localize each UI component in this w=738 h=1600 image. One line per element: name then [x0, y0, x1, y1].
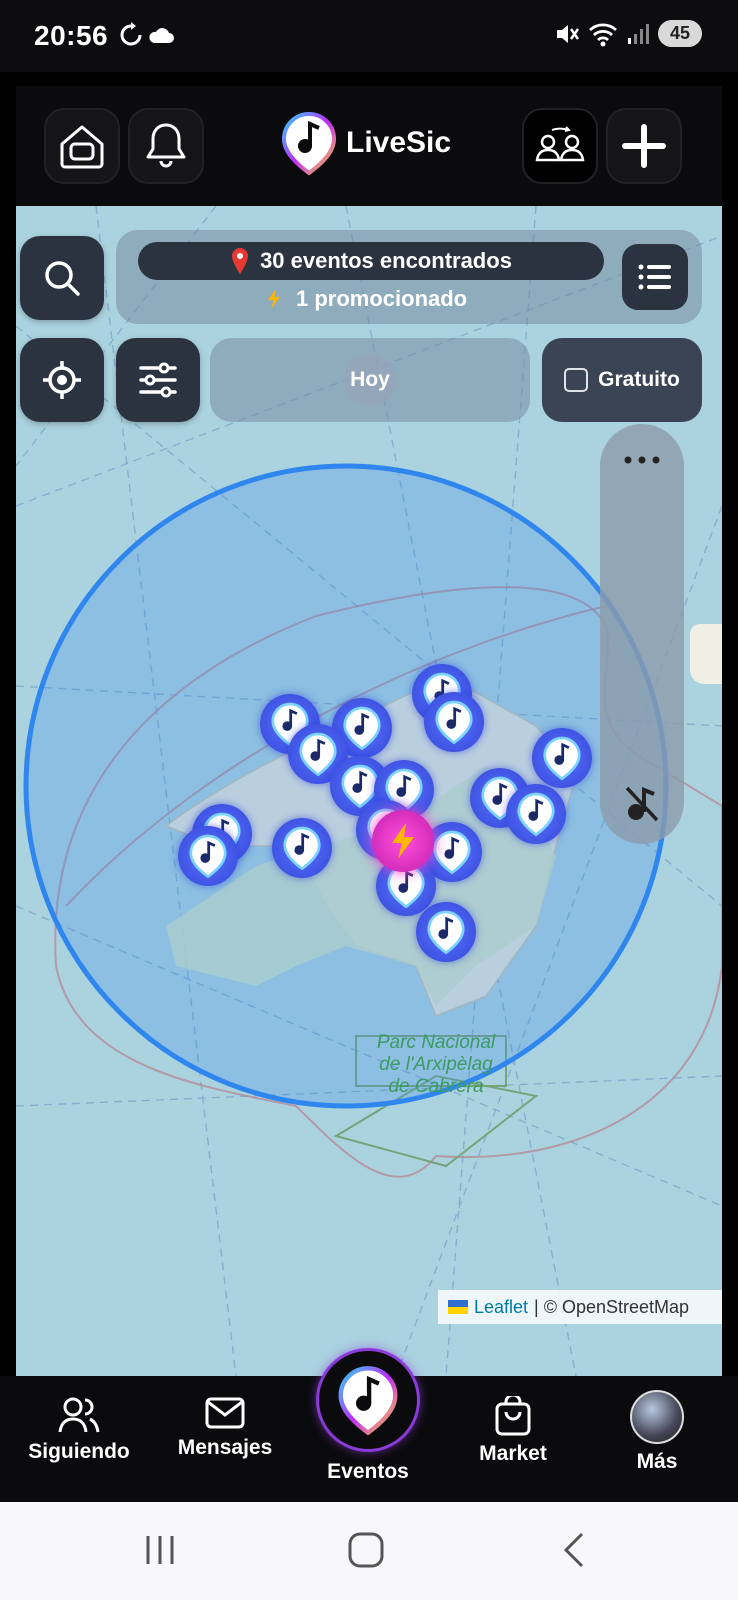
lightning-icon [268, 289, 280, 309]
filters-button[interactable] [116, 338, 200, 422]
music-pin-icon [299, 732, 337, 777]
music-pin-icon [433, 830, 471, 875]
date-filter[interactable]: Hoy [210, 338, 530, 422]
top-bar: LiveSic [16, 86, 722, 206]
wifi-icon [589, 22, 617, 46]
park-label: Parc Nacional de l'Arxipèlag de Cabrera [356, 1032, 516, 1098]
list-view-button[interactable] [622, 244, 688, 310]
mute-icon [557, 24, 580, 43]
status-indicators: 45 [554, 20, 702, 47]
edge-map-fragment [690, 624, 722, 684]
music-pin-icon [427, 910, 465, 955]
event-marker[interactable] [424, 692, 484, 752]
search-icon [45, 261, 80, 296]
shopping-bag-icon [495, 1396, 531, 1436]
nav-market-label: Market [479, 1442, 547, 1465]
event-marker[interactable] [272, 818, 332, 878]
side-drawer[interactable] [600, 424, 684, 844]
nav-messages-label: Mensajes [177, 1436, 273, 1459]
music-pin-icon [517, 792, 555, 837]
nav-following-label: Siguiendo [28, 1440, 130, 1463]
osm-attribution[interactable]: | © OpenStreetMap [534, 1297, 689, 1318]
locate-me-button[interactable] [20, 338, 104, 422]
livesic-logo-icon [281, 111, 337, 176]
nav-messages[interactable]: Mensajes [160, 1396, 290, 1460]
cloud-icon [149, 28, 174, 43]
free-checkbox[interactable] [564, 368, 589, 392]
nav-following[interactable]: Siguiendo [14, 1396, 144, 1464]
app-name: LiveSic [346, 126, 452, 159]
status-bar: 20:56 45 [0, 0, 738, 72]
sync-icon [120, 22, 142, 46]
park-label-line: Parc Nacional [376, 1032, 496, 1053]
app-logo: LiveSic [280, 110, 451, 176]
app-frame: LiveSic Parc Nacional de l'Arxipèlag de … [16, 86, 722, 1376]
nav-events-button[interactable] [316, 1348, 420, 1452]
summary-panel: 30 eventos encontrados 1 promocionado [116, 230, 702, 324]
nav-more[interactable]: Más [592, 1390, 722, 1474]
music-pin-icon [189, 834, 227, 879]
leaflet-link[interactable]: Leaflet [474, 1297, 528, 1318]
mail-icon [205, 1397, 245, 1429]
music-pin-icon [283, 826, 321, 871]
back-icon[interactable] [560, 1532, 590, 1568]
map-attribution: Leaflet | © OpenStreetMap [438, 1290, 722, 1324]
nav-market[interactable]: Market [448, 1396, 578, 1466]
search-button[interactable] [20, 236, 104, 320]
free-filter[interactable]: Gratuito [542, 338, 702, 422]
more-icon[interactable] [622, 454, 662, 466]
avatar [630, 1390, 684, 1444]
add-button[interactable] [606, 108, 682, 184]
sliders-icon [139, 362, 177, 398]
nav-more-label: Más [636, 1450, 678, 1473]
events-map[interactable]: Parc Nacional de l'Arxipèlag de Cabrera … [16, 206, 722, 1376]
event-marker[interactable] [506, 784, 566, 844]
date-filter-chip[interactable]: Hoy [344, 354, 396, 406]
event-marker[interactable] [532, 728, 592, 788]
free-filter-label: Gratuito [598, 368, 680, 391]
promoted-count-text: 1 promocionado [296, 286, 468, 311]
nav-events-label[interactable]: Eventos [316, 1460, 420, 1484]
events-count-pill: 30 eventos encontrados [138, 242, 604, 280]
switch-account-button[interactable] [522, 108, 598, 184]
pin-icon [232, 248, 249, 274]
event-marker[interactable] [416, 902, 476, 962]
music-pin-icon [343, 706, 381, 751]
status-time: 20:56 [34, 20, 109, 51]
event-marker[interactable] [178, 826, 238, 886]
promoted-event-marker[interactable] [372, 810, 434, 872]
livesic-logo-icon [338, 1366, 398, 1436]
date-filter-label: Hoy [350, 368, 390, 391]
music-off-icon[interactable] [623, 784, 661, 824]
signal-icon [628, 23, 649, 44]
ukraine-flag-icon [448, 1300, 468, 1314]
system-nav-bar [0, 1502, 738, 1600]
bell-icon [146, 123, 186, 168]
crosshair-icon [43, 361, 81, 399]
users-icon [58, 1397, 100, 1433]
promoted-count: 1 promocionado [266, 286, 467, 312]
home-icon [60, 125, 104, 169]
events-count-text: 30 eventos encontrados [260, 248, 512, 273]
home-button[interactable] [44, 108, 120, 184]
home-nav-icon[interactable] [346, 1532, 386, 1568]
park-label-line: de Cabrera [388, 1076, 484, 1097]
list-icon [638, 264, 671, 290]
bottom-nav: Siguiendo Mensajes Eventos Market Más [0, 1348, 738, 1502]
users-swap-icon [535, 126, 585, 162]
plus-icon [622, 124, 666, 168]
park-label-line: de l'Arxipèlag [379, 1054, 493, 1075]
notifications-button[interactable] [128, 108, 204, 184]
recent-apps-icon[interactable] [142, 1532, 178, 1568]
battery-indicator: 45 [658, 20, 702, 47]
lightning-icon [392, 823, 414, 859]
music-pin-icon [435, 700, 473, 745]
music-pin-icon [543, 736, 581, 781]
